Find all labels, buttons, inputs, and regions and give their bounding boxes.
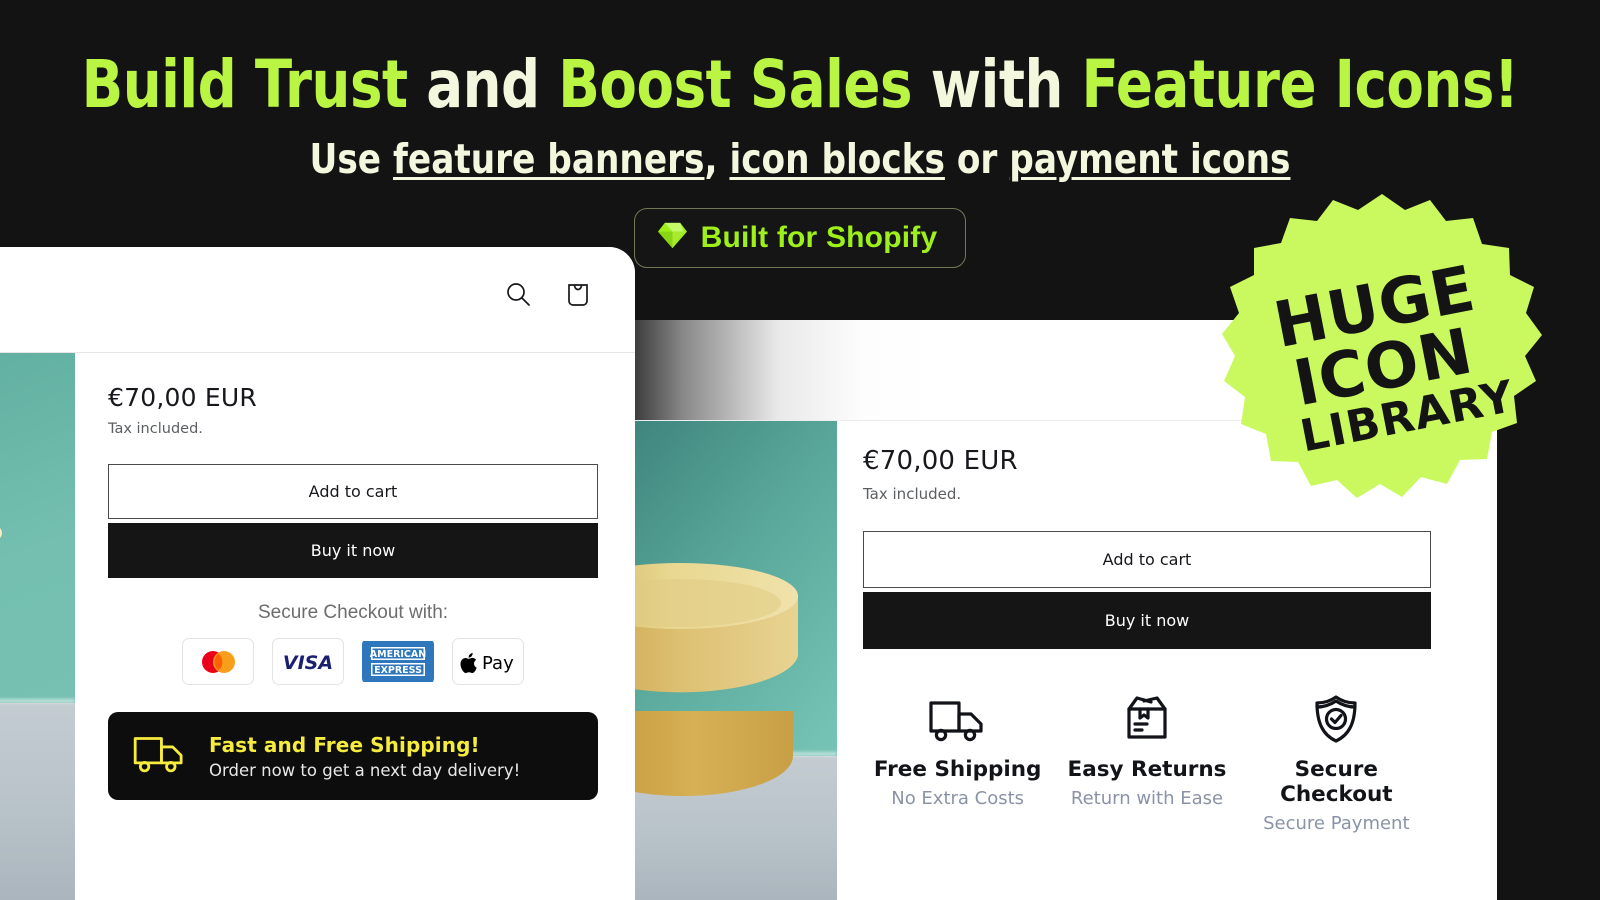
- buy-it-now-button-left[interactable]: Buy it now: [108, 523, 598, 578]
- product-image-left: [0, 353, 75, 900]
- shipping-banner-subtitle: Order now to get a next day delivery!: [209, 760, 521, 780]
- amex-icon: AMERICAN EXPRESS: [362, 638, 434, 685]
- product-price-left: €70,00 EUR: [108, 383, 257, 412]
- product-card-payment-icons: €70,00 EUR Tax included. Add to cart Buy…: [0, 247, 635, 900]
- subtitle-link-icon-blocks: icon blocks: [729, 135, 945, 183]
- huge-icon-library-sticker: HUGE ICON LIBRARY: [1222, 190, 1542, 530]
- feature-block-secure-checkout: Secure Checkout Secure Payment: [1242, 693, 1431, 834]
- built-for-shopify-badge[interactable]: Built for Shopify: [633, 208, 967, 268]
- feature-title: Secure Checkout: [1280, 757, 1393, 807]
- feature-subtitle: No Extra Costs: [891, 788, 1025, 809]
- product-image-right: [633, 421, 837, 900]
- open-box-icon: [1052, 693, 1241, 745]
- page-subtitle: Use feature banners, icon blocks or paym…: [56, 135, 1544, 183]
- subtitle-link-feature-banners: feature banners: [393, 135, 705, 183]
- cart-icon[interactable]: [563, 279, 593, 314]
- headline-part-2: and: [426, 46, 559, 123]
- truck-icon: [863, 693, 1052, 745]
- subtitle-link-payment-icons: payment icons: [1009, 135, 1291, 183]
- shield-check-icon: [1242, 693, 1431, 745]
- svg-text:Pay: Pay: [482, 653, 514, 674]
- headline-part-4: with: [930, 46, 1082, 123]
- feature-icon-blocks: Free Shipping No Extra Costs Easy Return…: [863, 693, 1431, 834]
- svg-text:VISA: VISA: [283, 652, 333, 673]
- add-to-cart-button-left[interactable]: Add to cart: [108, 464, 598, 519]
- mastercard-icon: [182, 638, 254, 685]
- headline-part-1: Build Trust: [81, 46, 427, 123]
- tax-note-left: Tax included.: [108, 421, 203, 437]
- gem-icon: [657, 221, 688, 255]
- feature-subtitle: Return with Ease: [1070, 788, 1224, 809]
- feature-title: Free Shipping: [873, 757, 1042, 782]
- feature-block-free-shipping: Free Shipping No Extra Costs: [863, 693, 1052, 834]
- add-to-cart-button-right[interactable]: Add to cart: [863, 531, 1431, 588]
- secure-checkout-label: Secure Checkout with:: [257, 602, 449, 623]
- shipping-banner: Fast and Free Shipping! Order now to get…: [108, 712, 598, 800]
- store-header: [0, 247, 635, 352]
- feature-title: Easy Returns: [1067, 757, 1227, 782]
- subtitle-part-1: Use: [309, 135, 394, 183]
- page-title: Build Trust and Boost Sales with Feature…: [64, 0, 1536, 118]
- feature-block-easy-returns: Easy Returns Return with Ease: [1052, 693, 1241, 834]
- buy-it-now-button-right[interactable]: Buy it now: [863, 592, 1431, 649]
- headline-part-5: Feature Icons!: [1081, 46, 1519, 123]
- search-icon[interactable]: [503, 279, 533, 314]
- headline-part-3: Boost Sales: [558, 46, 931, 123]
- payment-icons-row: VISA AMERICAN EXPRESS Pay: [108, 638, 598, 685]
- built-for-shopify-label: Built for Shopify: [700, 221, 938, 254]
- subtitle-part-3: ,: [704, 135, 730, 183]
- starburst-shape: [1222, 194, 1542, 498]
- svg-text:EXPRESS: EXPRESS: [374, 665, 422, 676]
- subtitle-part-5: or: [944, 135, 1010, 183]
- apple-pay-icon: Pay: [452, 638, 524, 685]
- shipping-banner-title: Fast and Free Shipping!: [209, 732, 480, 757]
- truck-icon: [132, 731, 189, 781]
- svg-text:AMERICAN: AMERICAN: [370, 649, 426, 660]
- visa-icon: VISA: [272, 638, 344, 685]
- feature-subtitle: Secure Payment: [1263, 813, 1410, 834]
